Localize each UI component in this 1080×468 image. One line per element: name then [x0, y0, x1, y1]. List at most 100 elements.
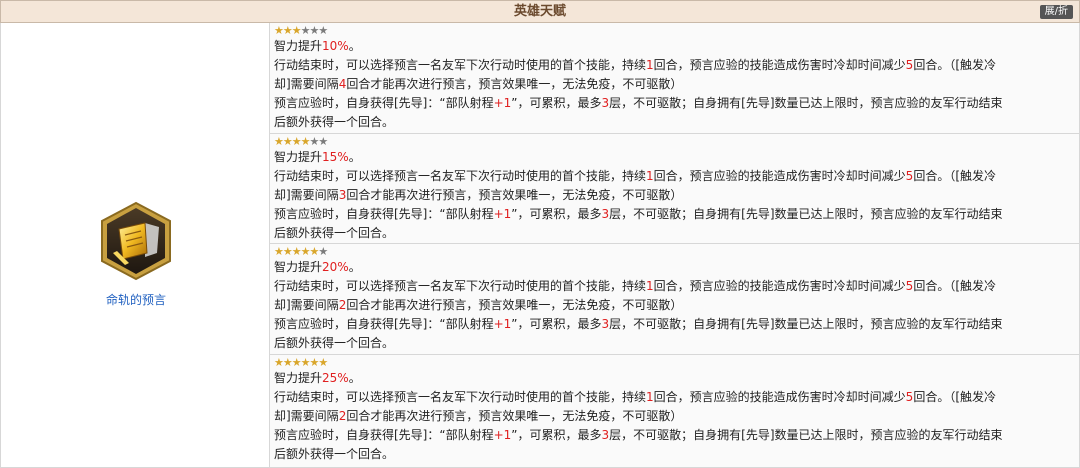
- talent-name-link[interactable]: 命轨的预言: [1, 291, 271, 308]
- section-title: 英雄天赋: [513, 4, 566, 19]
- desc-text: 预言应验时，自身获得[先导]：“部队射程: [274, 207, 494, 221]
- level-row: ★★★★★★ 智力提升10%。 行动结束时，可以选择预言一名友军下次行动时使用的…: [270, 23, 1080, 134]
- desc-line: 却]需要间隔2回合才能再次进行预言，预言效果唯一，无法免疫，不可驱散）: [274, 407, 1079, 426]
- range-value: +1: [493, 428, 512, 442]
- desc-text: 预言应验时，自身获得[先导]：“部队射程: [274, 428, 494, 442]
- desc-text: 后额外获得一个回合。: [274, 115, 395, 129]
- desc-line: 行动结束时，可以选择预言一名友军下次行动时使用的首个技能，持续1回合，预言应验的…: [274, 277, 1079, 296]
- desc-line: 后额外获得一个回合。: [274, 224, 1079, 243]
- desc-text: 回合，预言应验的技能造成伤害时冷却时间减少: [653, 279, 906, 293]
- star-filled-icon: ★: [300, 356, 311, 369]
- star-filled-icon: ★: [282, 135, 293, 148]
- stat-percent: 10%: [322, 39, 349, 53]
- desc-text: ”，可累积，最多: [511, 317, 602, 331]
- desc-line: 却]需要间隔2回合才能再次进行预言，预言效果唯一，无法免疫，不可驱散）: [274, 296, 1079, 315]
- star-filled-icon: ★: [274, 24, 284, 37]
- range-value: +1: [493, 317, 512, 331]
- star-filled-icon: ★: [291, 24, 302, 37]
- max-layers-value: 3: [601, 96, 610, 110]
- stat-suffix: 。: [348, 39, 361, 53]
- stat-percent: 15%: [322, 150, 349, 164]
- desc-text: 层，不可驱散；自身拥有[先导]数量已达上限时，预言应验的友军行动结束: [609, 317, 1003, 331]
- star-filled-icon: ★: [291, 135, 302, 148]
- star-empty-icon: ★: [318, 245, 328, 258]
- duration-value: 1: [646, 279, 654, 293]
- desc-line: 行动结束时，可以选择预言一名友军下次行动时使用的首个技能，持续1回合，预言应验的…: [274, 388, 1079, 407]
- stat-line: 智力提升25%。: [274, 369, 1079, 388]
- star-filled-icon: ★: [282, 356, 293, 369]
- desc-text: 回合，预言应验的技能造成伤害时冷却时间减少: [653, 58, 906, 72]
- star-filled-icon: ★: [274, 245, 284, 258]
- star-filled-icon: ★: [282, 24, 293, 37]
- max-layers-value: 3: [601, 317, 610, 331]
- desc-line: 却]需要间隔3回合才能再次进行预言，预言效果唯一，无法免疫，不可驱散）: [274, 186, 1079, 205]
- desc-text: 回合才能再次进行预言，预言效果唯一，无法免疫，不可驱散）: [346, 409, 683, 423]
- stat-suffix: 。: [348, 260, 361, 274]
- desc-text: 行动结束时，可以选择预言一名友军下次行动时使用的首个技能，持续: [274, 169, 647, 183]
- talent-icon-cell: 命轨的预言: [0, 23, 270, 468]
- stat-prefix: 智力提升: [274, 371, 323, 385]
- desc-line: 后额外获得一个回合。: [274, 113, 1079, 132]
- star-rating: ★★★★★★: [274, 136, 1079, 148]
- desc-text: 层，不可驱散；自身拥有[先导]数量已达上限时，预言应验的友军行动结束: [609, 96, 1003, 110]
- duration-value: 1: [646, 58, 654, 72]
- desc-text: 却]需要间隔: [274, 188, 339, 202]
- stat-prefix: 智力提升: [274, 150, 323, 164]
- desc-text: 回合才能再次进行预言，预言效果唯一，无法免疫，不可驱散）: [346, 298, 683, 312]
- star-filled-icon: ★: [291, 356, 302, 369]
- stat-prefix: 智力提升: [274, 260, 323, 274]
- star-rating: ★★★★★★: [274, 246, 1079, 258]
- desc-line: 预言应验时，自身获得[先导]：“部队射程+1”，可累积，最多3层，不可驱散；自身…: [274, 94, 1079, 113]
- desc-text: 预言应验时，自身获得[先导]：“部队射程: [274, 96, 494, 110]
- max-layers-value: 3: [601, 428, 610, 442]
- desc-text: 层，不可驱散；自身拥有[先导]数量已达上限时，预言应验的友军行动结束: [609, 207, 1003, 221]
- star-filled-icon: ★: [291, 245, 302, 258]
- section-header: 英雄天赋 展/折: [0, 0, 1080, 23]
- star-rating: ★★★★★★: [274, 25, 1079, 37]
- expand-collapse-button[interactable]: 展/折: [1039, 5, 1073, 19]
- desc-text: 行动结束时，可以选择预言一名友军下次行动时使用的首个技能，持续: [274, 58, 647, 72]
- desc-text: 后额外获得一个回合。: [274, 447, 395, 461]
- stat-line: 智力提升10%。: [274, 37, 1079, 56]
- desc-text: 预言应验时，自身获得[先导]：“部队射程: [274, 317, 494, 331]
- star-filled-icon: ★: [300, 245, 311, 258]
- star-filled-icon: ★: [274, 135, 284, 148]
- desc-text: 回合。（[触发冷: [913, 169, 996, 183]
- desc-text: 回合才能再次进行预言，预言效果唯一，无法免疫，不可驱散）: [346, 188, 683, 202]
- golden-scroll-icon[interactable]: [99, 201, 173, 281]
- desc-text: 却]需要间隔: [274, 77, 339, 91]
- range-value: +1: [493, 96, 512, 110]
- stat-suffix: 。: [348, 371, 361, 385]
- hero-talent-panel: 英雄天赋 展/折 命轨的预言 ★★★★★★ 智力提升10%。 行动结束时，可以选…: [0, 0, 1080, 468]
- stat-line: 智力提升20%。: [274, 258, 1079, 277]
- stat-line: 智力提升15%。: [274, 148, 1079, 167]
- desc-text: ”，可累积，最多: [511, 207, 602, 221]
- stat-percent: 20%: [322, 260, 349, 274]
- duration-value: 1: [646, 169, 654, 183]
- desc-text: 回合，预言应验的技能造成伤害时冷却时间减少: [653, 169, 906, 183]
- star-filled-icon: ★: [282, 245, 293, 258]
- desc-line: 预言应验时，自身获得[先导]：“部队射程+1”，可累积，最多3层，不可驱散；自身…: [274, 315, 1079, 334]
- star-empty-icon: ★: [318, 135, 328, 148]
- star-filled-icon: ★: [300, 135, 311, 148]
- desc-text: 后额外获得一个回合。: [274, 226, 395, 240]
- desc-text: 行动结束时，可以选择预言一名友军下次行动时使用的首个技能，持续: [274, 279, 647, 293]
- level-row: ★★★★★★ 智力提升20%。 行动结束时，可以选择预言一名友军下次行动时使用的…: [270, 244, 1080, 355]
- desc-text: 却]需要间隔: [274, 409, 339, 423]
- desc-text: 回合。（[触发冷: [913, 58, 996, 72]
- level-row: ★★★★★★ 智力提升15%。 行动结束时，可以选择预言一名友军下次行动时使用的…: [270, 134, 1080, 244]
- desc-line: 后额外获得一个回合。: [274, 445, 1079, 464]
- desc-text: 回合才能再次进行预言，预言效果唯一，无法免疫，不可驱散）: [346, 77, 683, 91]
- stat-percent: 25%: [322, 371, 349, 385]
- desc-text: 行动结束时，可以选择预言一名友军下次行动时使用的首个技能，持续: [274, 390, 647, 404]
- desc-text: ”，可累积，最多: [511, 96, 602, 110]
- star-rating: ★★★★★★: [274, 357, 1079, 369]
- talent-levels: ★★★★★★ 智力提升10%。 行动结束时，可以选择预言一名友军下次行动时使用的…: [270, 23, 1080, 468]
- desc-line: 预言应验时，自身获得[先导]：“部队射程+1”，可累积，最多3层，不可驱散；自身…: [274, 205, 1079, 224]
- max-layers-value: 3: [601, 207, 610, 221]
- desc-text: 却]需要间隔: [274, 298, 339, 312]
- desc-text: ”，可累积，最多: [511, 428, 602, 442]
- stat-prefix: 智力提升: [274, 39, 323, 53]
- star-empty-icon: ★: [318, 24, 328, 37]
- star-filled-icon: ★: [318, 356, 328, 369]
